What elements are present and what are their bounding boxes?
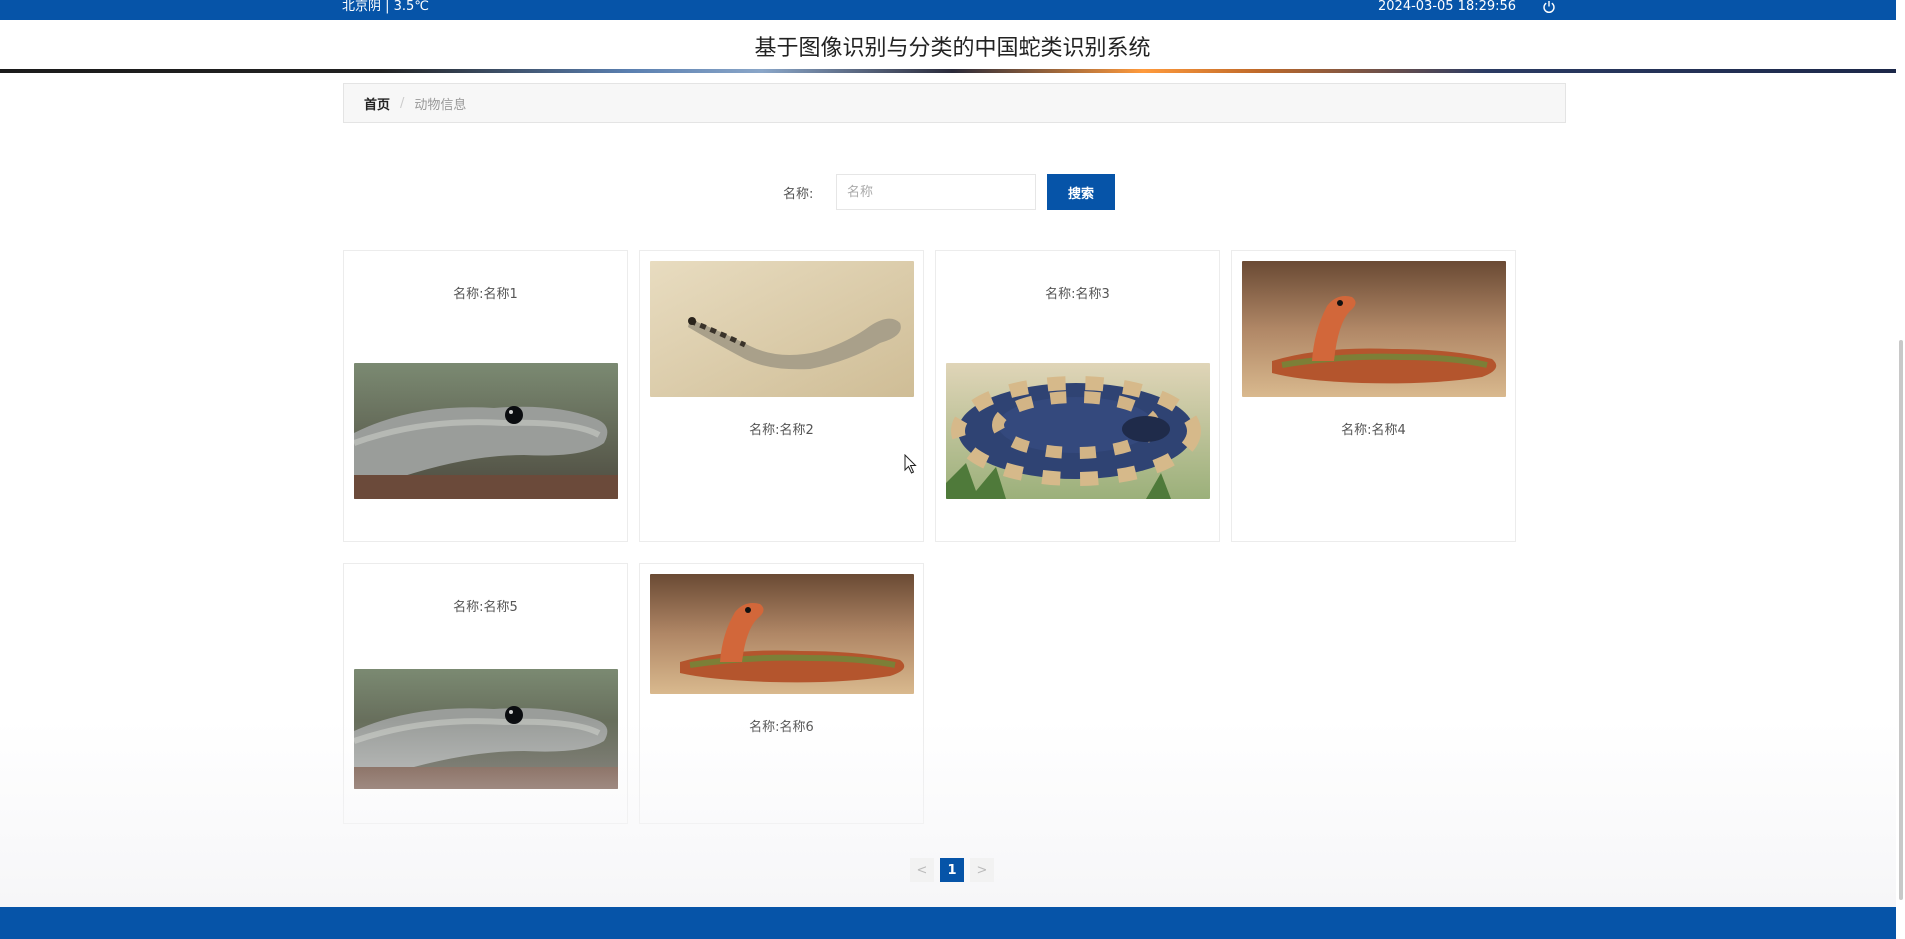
search-bar: 名称: 搜索 — [0, 174, 1905, 210]
pagination: < 1 > — [910, 858, 994, 882]
next-page-button[interactable]: > — [970, 858, 994, 882]
snake-image — [354, 669, 618, 789]
card-name: 名称:名称1 — [453, 287, 518, 302]
search-button[interactable]: 搜索 — [1047, 174, 1115, 210]
animal-card[interactable]: 名称:名称1 — [343, 250, 628, 542]
header-decoration — [0, 69, 1905, 73]
snake-image — [650, 574, 914, 694]
scrollbar-thumb[interactable] — [1899, 340, 1903, 900]
search-label: 名称: — [783, 187, 814, 202]
breadcrumb-current: 动物信息 — [414, 97, 467, 113]
page-header: 基于图像识别与分类的中国蛇类识别系统 — [0, 20, 1905, 73]
datetime: 2024-03-05 18:29:56 — [1378, 0, 1517, 14]
page-button-current[interactable]: 1 — [940, 858, 964, 882]
snake-image — [1242, 261, 1506, 397]
mouse-cursor-icon — [904, 453, 918, 478]
top-bar: 北京阴 | 3.5℃ 2024-03-05 18:29:56 — [0, 0, 1905, 20]
breadcrumb: 首页 / 动物信息 — [343, 83, 1566, 123]
snake-image — [650, 261, 914, 397]
bottom-bar — [0, 907, 1905, 939]
animal-card[interactable]: 名称:名称3 — [935, 250, 1220, 542]
breadcrumb-separator: / — [400, 95, 405, 111]
breadcrumb-home[interactable]: 首页 — [364, 94, 390, 113]
card-name: 名称:名称5 — [453, 600, 518, 615]
snake-image — [354, 363, 618, 499]
animal-card[interactable]: 名称:名称5 — [343, 563, 628, 824]
weather-info: 北京阴 | 3.5℃ — [342, 0, 429, 14]
prev-page-button[interactable]: < — [910, 858, 934, 882]
animal-card[interactable]: 名称:名称4 — [1231, 250, 1516, 542]
page-title: 基于图像识别与分类的中国蛇类识别系统 — [754, 36, 1151, 61]
card-name: 名称:名称4 — [1341, 423, 1406, 438]
card-name: 名称:名称6 — [749, 720, 814, 735]
animal-card[interactable]: 名称:名称6 — [639, 563, 924, 824]
animal-card[interactable]: 名称:名称2 — [639, 250, 924, 542]
card-name: 名称:名称2 — [749, 423, 814, 438]
card-name: 名称:名称3 — [1045, 287, 1110, 302]
power-icon[interactable] — [1541, 0, 1557, 14]
snake-image — [946, 363, 1210, 499]
search-input[interactable] — [836, 174, 1036, 210]
